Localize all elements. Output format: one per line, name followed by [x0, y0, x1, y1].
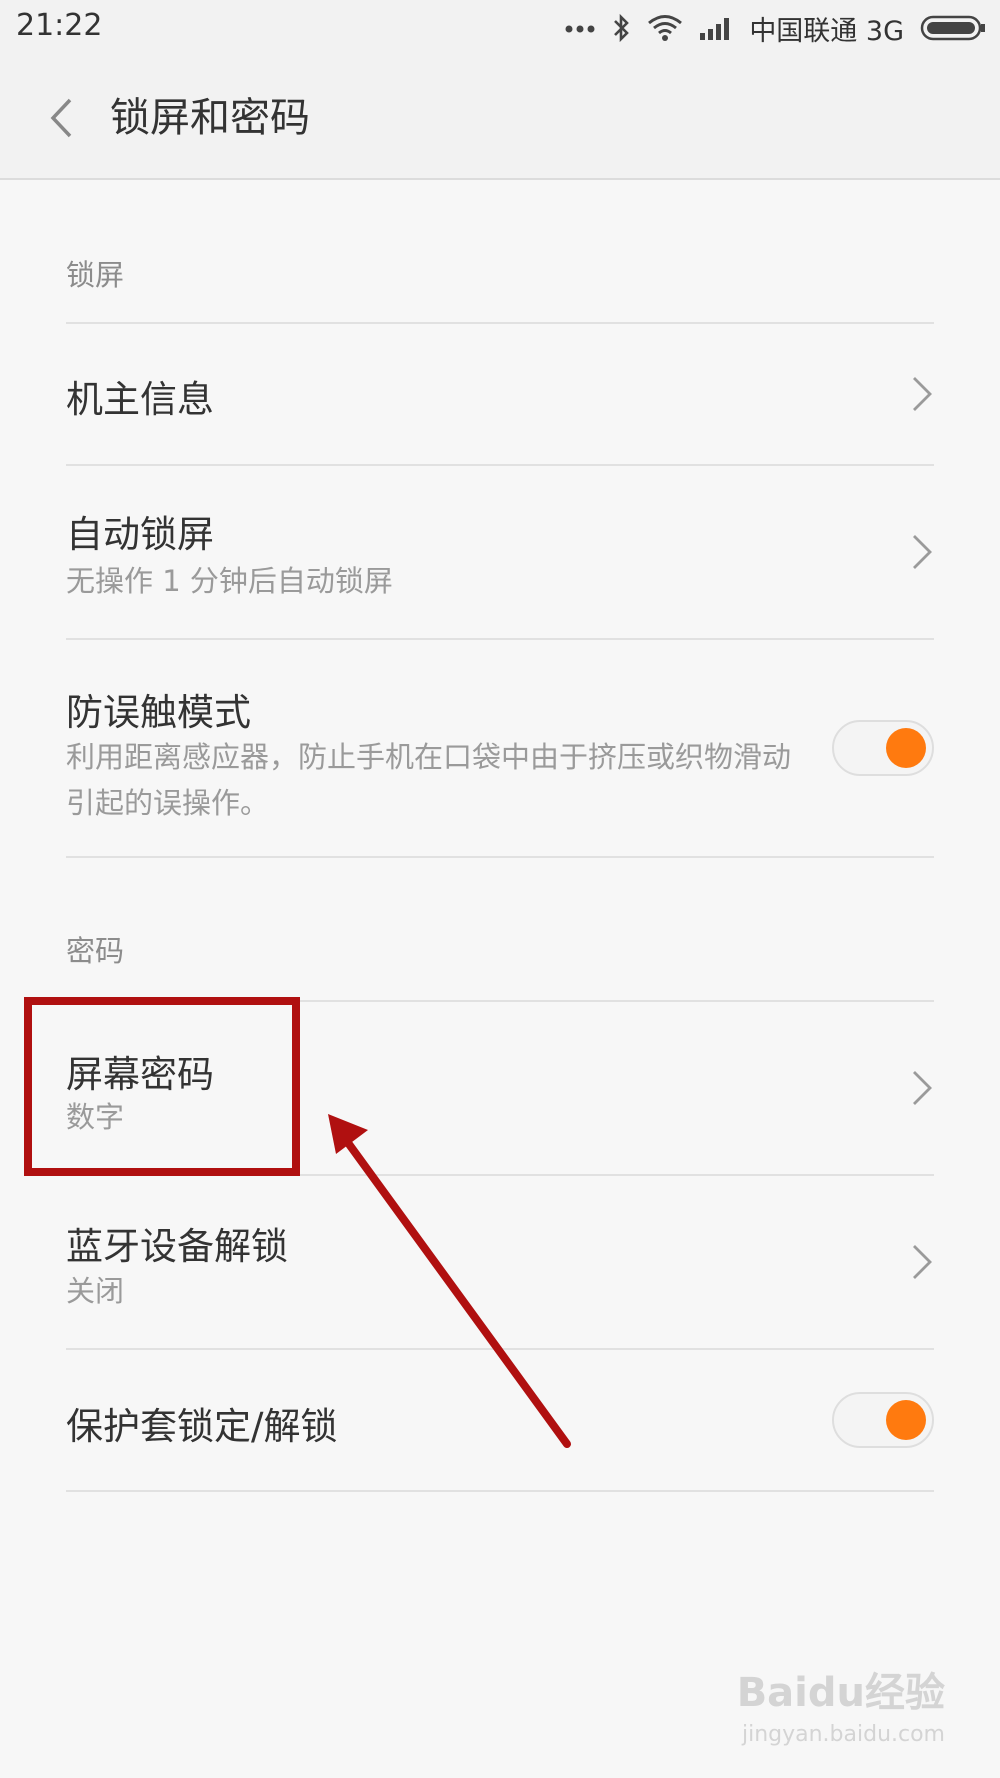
divider — [66, 1490, 934, 1492]
chevron-left-icon — [50, 98, 72, 138]
anti-mistouch-toggle[interactable] — [832, 720, 934, 776]
carrier-label: 中国联通 3G — [749, 15, 904, 47]
app-bar: 锁屏和密码 — [0, 58, 1000, 180]
divider — [66, 856, 934, 858]
status-icons: 中国联通 3G — [565, 8, 986, 48]
chevron-right-icon — [913, 377, 932, 411]
row-title: 蓝牙设备解锁 — [66, 1225, 288, 1268]
setting-anti-mistouch: 防误触模式 利用距离感应器，防止手机在口袋中由于挤压或织物滑动引起的误操作。 — [0, 640, 1000, 856]
toggle-knob — [886, 728, 926, 768]
signal-icon — [699, 15, 733, 41]
chevron-right-icon — [913, 535, 932, 569]
chevron-right-icon — [913, 1245, 932, 1279]
back-button[interactable] — [36, 86, 86, 150]
bluetooth-icon — [611, 13, 631, 43]
setting-bluetooth-unlock[interactable]: 蓝牙设备解锁 关闭 — [0, 1176, 1000, 1348]
more-dots-icon — [565, 23, 595, 33]
row-subtitle: 关闭 — [66, 1274, 125, 1308]
row-title: 防误触模式 — [66, 691, 251, 734]
setting-owner-info[interactable]: 机主信息 — [0, 324, 1000, 464]
status-time: 21:22 — [16, 8, 103, 43]
wifi-icon — [647, 14, 683, 42]
setting-auto-lock[interactable]: 自动锁屏 无操作 1 分钟后自动锁屏 — [0, 466, 1000, 638]
row-subtitle: 利用距离感应器，防止手机在口袋中由于挤压或织物滑动引起的误操作。 — [66, 740, 792, 820]
row-title: 自动锁屏 — [66, 513, 214, 556]
toggle-knob — [886, 1400, 926, 1440]
watermark-url: jingyan.baidu.com — [741, 1722, 945, 1747]
watermark-logo: Baidu经验 — [736, 1670, 945, 1716]
row-title: 保护套锁定/解锁 — [66, 1405, 338, 1448]
status-bar: 21:22 中国联通 3G — [0, 0, 1000, 58]
battery-icon — [920, 14, 986, 42]
cover-lock-toggle[interactable] — [832, 1392, 934, 1448]
section-header-lock-screen: 锁屏 — [66, 258, 125, 292]
chevron-right-icon — [913, 1071, 932, 1105]
setting-cover-lock: 保护套锁定/解锁 — [0, 1350, 1000, 1490]
section-header-password: 密码 — [66, 934, 125, 968]
annotation-arrow-icon — [328, 1114, 571, 1448]
row-title: 机主信息 — [66, 378, 214, 421]
page-title: 锁屏和密码 — [110, 95, 310, 141]
highlight-box — [24, 997, 300, 1176]
row-subtitle: 无操作 1 分钟后自动锁屏 — [66, 564, 393, 598]
